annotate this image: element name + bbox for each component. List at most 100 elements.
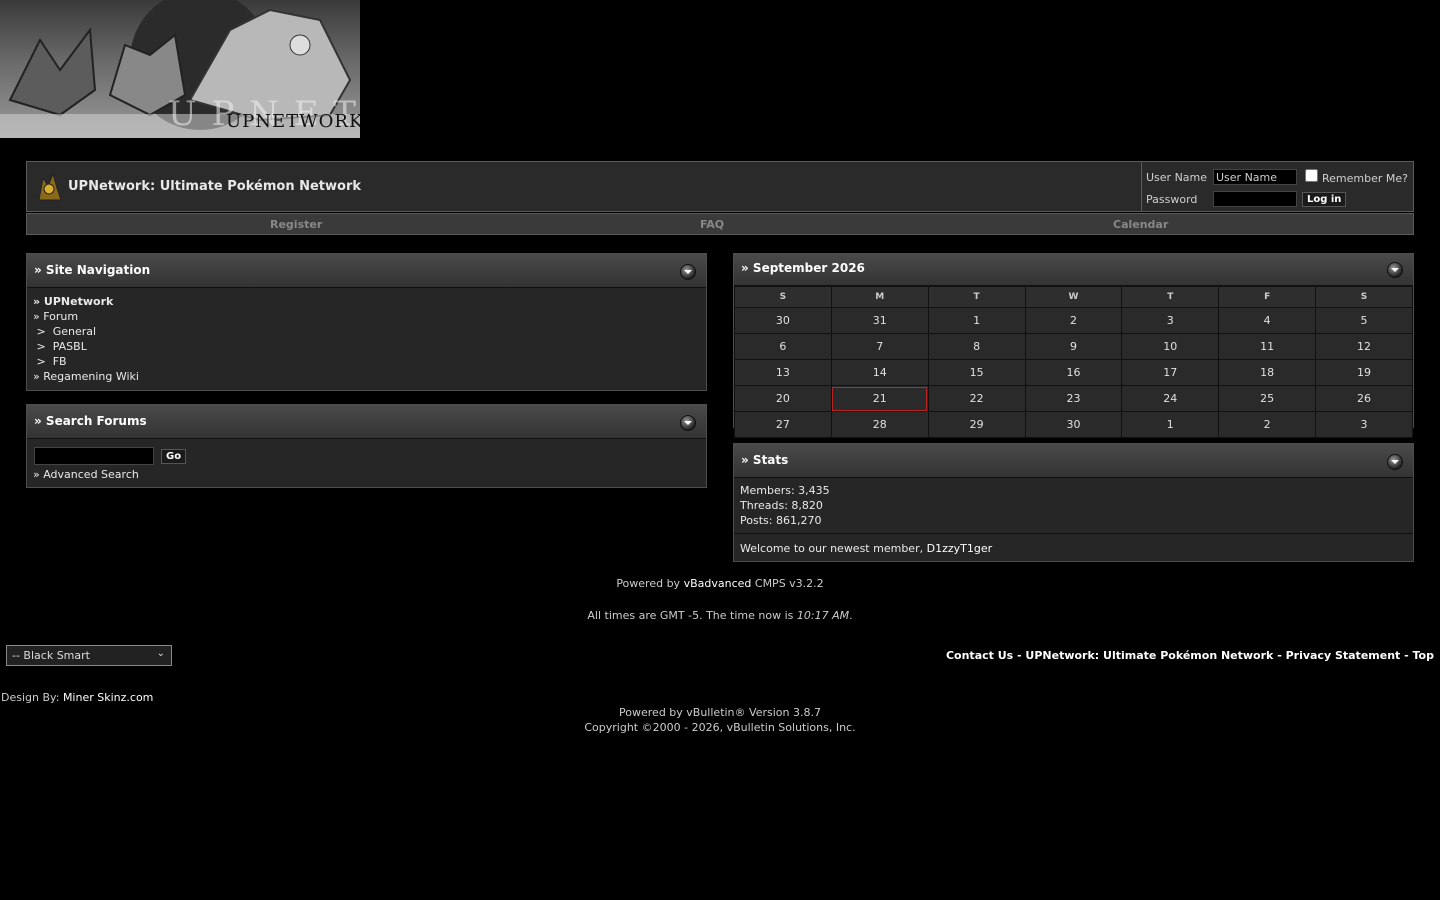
forum-title[interactable]: UPNetwork: Ultimate Pokémon Network bbox=[68, 179, 361, 194]
calendar-day[interactable]: 31 bbox=[830, 307, 929, 334]
calendar-day[interactable]: 6 bbox=[734, 333, 832, 360]
stats-header: » Stats bbox=[734, 444, 1413, 478]
stats-title: » Stats bbox=[741, 453, 789, 467]
calendar-day[interactable]: 2 bbox=[1218, 411, 1317, 438]
calendar-title[interactable]: » September 2026 bbox=[741, 261, 865, 275]
style-chooser-select[interactable]: -- Black Smart ⌄ bbox=[6, 645, 172, 666]
nav-item-general[interactable]: > General bbox=[33, 325, 96, 338]
username-label: User Name bbox=[1146, 171, 1208, 184]
remember-me-label[interactable]: Remember Me? bbox=[1322, 172, 1408, 185]
copyright: Copyright ©2000 - 2026, vBulletin Soluti… bbox=[584, 721, 856, 734]
calendar-week-row: 13 14 15 16 17 18 19 bbox=[734, 359, 1413, 386]
calendar-day[interactable]: 1 bbox=[927, 307, 1026, 334]
style-select-value: -- Black Smart bbox=[12, 649, 90, 662]
calendar-day[interactable]: 24 bbox=[1121, 385, 1220, 412]
collapse-icon[interactable] bbox=[680, 264, 696, 280]
welcome-text: Welcome to our newest member, bbox=[740, 542, 927, 555]
weekday-header: W bbox=[1024, 286, 1123, 308]
search-go-button[interactable]: Go bbox=[161, 449, 187, 464]
calendar-day[interactable]: 5 bbox=[1315, 307, 1413, 334]
calendar-day[interactable]: 14 bbox=[830, 359, 929, 386]
forum-home-icon[interactable] bbox=[35, 172, 63, 202]
calendar-day[interactable]: 13 bbox=[734, 359, 832, 386]
nav-item-upnetwork[interactable]: » UPNetwork bbox=[33, 295, 113, 308]
nav-register-link[interactable]: Register bbox=[270, 218, 322, 231]
calendar-day[interactable]: 28 bbox=[830, 411, 929, 438]
search-input[interactable] bbox=[34, 447, 154, 465]
calendar-day[interactable]: 10 bbox=[1121, 333, 1220, 360]
site-banner-logo[interactable]: U P N E T W O R K UPNETWORK bbox=[0, 0, 360, 138]
vbulletin-version: Powered by vBulletin® Version 3.8.7 bbox=[619, 706, 821, 719]
password-label: Password bbox=[1146, 193, 1198, 206]
chevron-down-icon: ⌄ bbox=[156, 648, 165, 659]
vbadvanced-link[interactable]: vBadvanced bbox=[684, 577, 752, 590]
calendar-day[interactable]: 30 bbox=[1024, 411, 1123, 438]
time-now: 10:17 AM bbox=[796, 609, 850, 622]
design-prefix: Design By: bbox=[1, 691, 63, 704]
calendar-day[interactable]: 29 bbox=[927, 411, 1026, 438]
stats-threads: Threads: 8,820 bbox=[740, 499, 823, 512]
weekday-header: T bbox=[1121, 286, 1220, 308]
calendar-week-row: 30 31 1 2 3 4 5 bbox=[734, 307, 1413, 334]
site-navigation-header: » Site Navigation bbox=[27, 254, 706, 288]
nav-faq-link[interactable]: FAQ bbox=[700, 218, 724, 231]
advanced-search-link[interactable]: » Advanced Search bbox=[33, 468, 139, 481]
calendar-day[interactable]: 8 bbox=[927, 333, 1026, 360]
password-input[interactable] bbox=[1213, 191, 1297, 207]
calendar-day[interactable]: 3 bbox=[1315, 411, 1413, 438]
nav-item-fb[interactable]: > FB bbox=[33, 355, 66, 368]
calendar-day[interactable]: 25 bbox=[1218, 385, 1317, 412]
powered-by-cmps: Powered by vBadvanced CMPS v3.2.2 bbox=[0, 577, 1440, 590]
calendar-day[interactable]: 20 bbox=[734, 385, 832, 412]
stats-panel: » Stats Members: 3,435 Threads: 8,820 Po… bbox=[733, 443, 1414, 562]
weekday-header: S bbox=[1315, 286, 1413, 308]
stats-newest-member: Welcome to our newest member, D1zzyT1ger bbox=[740, 542, 992, 555]
remember-me-checkbox[interactable] bbox=[1305, 169, 1318, 182]
search-forums-panel: » Search Forums Go » Advanced Search bbox=[26, 404, 707, 488]
calendar-day[interactable]: 22 bbox=[927, 385, 1026, 412]
collapse-icon[interactable] bbox=[680, 415, 696, 431]
calendar-day[interactable]: 17 bbox=[1121, 359, 1220, 386]
powered-prefix: Powered by bbox=[616, 577, 684, 590]
newest-member-link[interactable]: D1zzyT1ger bbox=[927, 542, 993, 555]
calendar-day[interactable]: 30 bbox=[734, 307, 832, 334]
calendar-day[interactable]: 18 bbox=[1218, 359, 1317, 386]
nav-item-regamening-wiki[interactable]: » Regamening Wiki bbox=[33, 370, 139, 383]
calendar-week-row: 20 21 22 23 24 25 26 bbox=[734, 385, 1413, 412]
nav-item-forum[interactable]: » Forum bbox=[33, 310, 78, 323]
username-input[interactable] bbox=[1213, 169, 1297, 185]
calendar-day-today[interactable]: 21 bbox=[830, 385, 929, 412]
footer-links[interactable]: Contact Us - UPNetwork: Ultimate Pokémon… bbox=[946, 649, 1434, 662]
design-credit: Design By: Miner Skinz.com bbox=[1, 691, 153, 704]
calendar-day[interactable]: 15 bbox=[927, 359, 1026, 386]
nav-calendar-link[interactable]: Calendar bbox=[1113, 218, 1168, 231]
miner-skinz-link[interactable]: Miner Skinz.com bbox=[63, 691, 153, 704]
weekday-header: S bbox=[734, 286, 832, 308]
weekday-header: T bbox=[927, 286, 1026, 308]
login-button[interactable]: Log in bbox=[1302, 192, 1347, 207]
stats-divider bbox=[734, 533, 1413, 534]
calendar-day[interactable]: 26 bbox=[1315, 385, 1413, 412]
login-form: User Name Remember Me? Password Log in bbox=[1141, 162, 1414, 211]
collapse-icon[interactable] bbox=[1387, 262, 1403, 278]
calendar-day[interactable]: 3 bbox=[1121, 307, 1220, 334]
calendar-day[interactable]: 1 bbox=[1121, 411, 1220, 438]
calendar-day[interactable]: 27 bbox=[734, 411, 832, 438]
search-forums-header: » Search Forums bbox=[27, 405, 706, 439]
navbar: Register FAQ Calendar bbox=[26, 213, 1414, 235]
calendar-week-row: 27 28 29 30 1 2 3 bbox=[734, 411, 1413, 438]
calendar-day[interactable]: 23 bbox=[1024, 385, 1123, 412]
site-navigation-panel: » Site Navigation » UPNetwork » Forum > … bbox=[26, 253, 707, 391]
calendar-day[interactable]: 4 bbox=[1218, 307, 1317, 334]
calendar-day[interactable]: 11 bbox=[1218, 333, 1317, 360]
calendar-day[interactable]: 12 bbox=[1315, 333, 1413, 360]
calendar-grid: SMTWTFS 30 31 1 2 3 4 5 6 7 8 9 10 11 12 13 14 15 16 17 18 1… bbox=[734, 286, 1413, 438]
calendar-day[interactable]: 7 bbox=[830, 333, 929, 360]
collapse-icon[interactable] bbox=[1387, 454, 1403, 470]
nav-item-pasbl[interactable]: > PASBL bbox=[33, 340, 86, 353]
banner-wordmark: UPNETWORK bbox=[226, 111, 360, 132]
calendar-day[interactable]: 16 bbox=[1024, 359, 1123, 386]
calendar-day[interactable]: 19 bbox=[1315, 359, 1413, 386]
calendar-day[interactable]: 9 bbox=[1024, 333, 1123, 360]
calendar-day[interactable]: 2 bbox=[1024, 307, 1123, 334]
